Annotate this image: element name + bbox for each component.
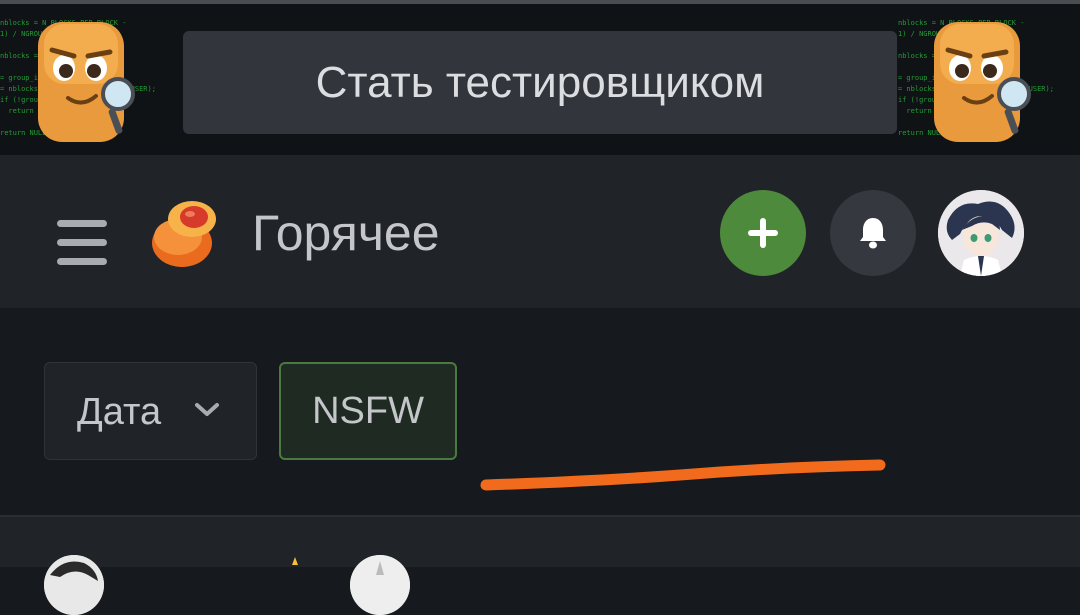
page-title: Горячее (252, 205, 440, 261)
create-post-button[interactable] (720, 190, 806, 276)
date-sort-label: Дата (77, 391, 162, 433)
anime-avatar-icon (938, 190, 1024, 276)
post-preview-strip (0, 517, 1080, 615)
post-author-avatar[interactable] (44, 555, 104, 615)
become-tester-button[interactable]: Стать тестировщиком (183, 31, 897, 134)
mascot-tester-icon (38, 22, 135, 142)
star-icon (292, 557, 298, 565)
community-avatar[interactable] (350, 555, 410, 615)
mascot-tester-icon-right (934, 22, 1031, 142)
hot-section-logo-icon (152, 201, 216, 267)
community-avatar-icon (350, 555, 410, 615)
filter-bar: Дата NSFW (0, 308, 1080, 515)
user-avatar[interactable] (938, 190, 1024, 276)
promo-banner: nblocks = N_BLOCKS_PER_BLOCK - 1) / NGRO… (0, 0, 1080, 155)
orange-underline-annotation (480, 459, 886, 491)
top-header: Горячее (0, 155, 1080, 308)
chevron-down-icon (195, 403, 219, 416)
hamburger-menu-icon[interactable] (57, 220, 107, 266)
plus-icon (748, 218, 778, 248)
notifications-button[interactable] (830, 190, 916, 276)
nsfw-filter-toggle[interactable]: NSFW (279, 362, 457, 460)
date-sort-dropdown[interactable]: Дата (44, 362, 257, 460)
bell-icon (860, 218, 886, 249)
author-avatar-icon (44, 555, 104, 615)
